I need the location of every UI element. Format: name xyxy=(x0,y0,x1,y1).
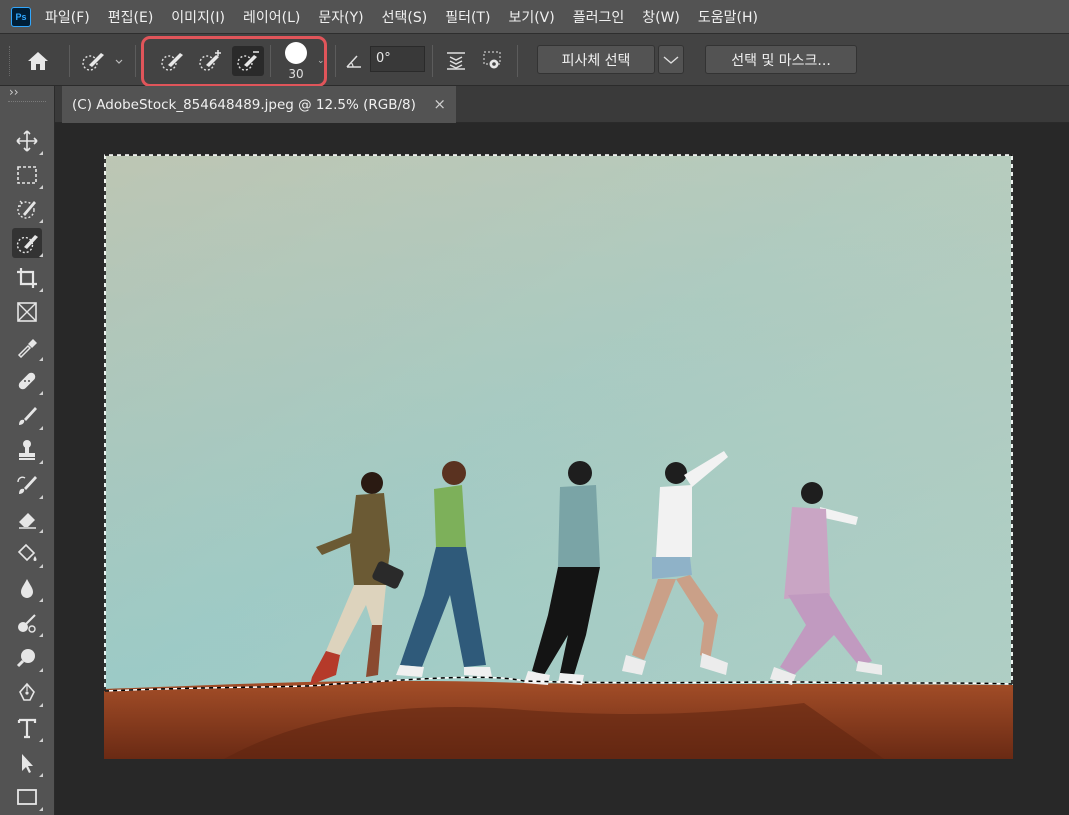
rectangle-tool-icon xyxy=(17,789,37,805)
select-and-mask-button[interactable]: 선택 및 마스크... xyxy=(705,45,857,74)
move-tool[interactable] xyxy=(12,126,43,156)
menu-plugins[interactable]: 플러그인 xyxy=(573,7,625,27)
brush-tip-icon xyxy=(285,42,307,64)
path-selection-tool[interactable] xyxy=(12,748,43,778)
crop-tool[interactable] xyxy=(12,263,43,293)
path-selection-tool-icon xyxy=(22,754,33,773)
marquee-tool[interactable] xyxy=(12,160,43,190)
blur-tool[interactable] xyxy=(12,573,43,603)
spot-healing-tool[interactable] xyxy=(12,366,43,396)
photo-artwork xyxy=(104,155,1013,759)
object-selection-tool[interactable] xyxy=(12,194,43,224)
angle-icon xyxy=(346,55,361,68)
photoshop-logo: Ps xyxy=(11,6,31,27)
eyedropper-tool-icon xyxy=(17,339,37,358)
eyedropper-tool[interactable] xyxy=(12,332,43,362)
auto-enhance-button[interactable] xyxy=(477,46,509,76)
menu-type[interactable]: 문자(Y) xyxy=(318,7,363,27)
brush-tool-icon xyxy=(19,407,37,425)
options-bar-grip[interactable] xyxy=(9,46,12,76)
menu-filter[interactable]: 필터(T) xyxy=(445,7,490,27)
brush-size-value: 30 xyxy=(288,67,304,81)
document-tab-bar: (C) AdobeStock_854648489.jpeg @ 12.5% (R… xyxy=(55,86,1069,123)
chevron-down-icon xyxy=(663,55,679,64)
new-selection-button[interactable] xyxy=(156,46,188,76)
sample-all-layers-button[interactable] xyxy=(440,46,472,76)
frame-tool[interactable] xyxy=(12,297,42,327)
menu-window[interactable]: 창(W) xyxy=(642,7,680,27)
brush-tool[interactable] xyxy=(12,401,43,431)
pen-tool[interactable] xyxy=(12,678,43,708)
select-subject-button[interactable]: 피사체 선택 xyxy=(537,45,655,74)
clone-stamp-tool-icon xyxy=(19,440,35,460)
brush-size-picker[interactable]: 30 xyxy=(280,41,314,81)
subtract-from-selection-button[interactable] xyxy=(232,46,264,76)
zoom-tool-icon xyxy=(16,649,35,668)
rectangle-tool[interactable] xyxy=(12,782,43,812)
menu-view[interactable]: 보기(V) xyxy=(508,7,554,27)
object-selection-tool-icon xyxy=(17,200,36,219)
document-tab-title: (C) AdobeStock_854648489.jpeg @ 12.5% (R… xyxy=(72,96,416,113)
close-tab-icon[interactable]: × xyxy=(433,95,446,113)
move-tool-icon xyxy=(16,130,38,152)
frame-tool-icon xyxy=(17,302,37,322)
type-tool[interactable] xyxy=(12,713,43,743)
history-brush-tool[interactable] xyxy=(12,470,43,500)
menu-bar: Ps 파일(F) 편집(E) 이미지(I) 레이어(L) 문자(Y) 선택(S)… xyxy=(0,0,1069,33)
home-icon xyxy=(28,52,48,70)
crop-tool-icon xyxy=(17,268,37,288)
menu-file[interactable]: 파일(F) xyxy=(45,7,90,27)
quick-selection-tool-icon xyxy=(16,235,38,254)
menu-edit[interactable]: 편집(E) xyxy=(108,7,154,27)
add-selection-brush-icon xyxy=(199,50,221,71)
home-button[interactable] xyxy=(22,46,54,76)
panel-collapse-icon[interactable]: ›› xyxy=(9,85,19,99)
options-bar: 30 ⌄ 0° 피사체 선택 선택 및 마스크... xyxy=(0,33,1069,86)
enhance-gear-icon xyxy=(483,51,501,69)
paint-bucket-tool-icon xyxy=(17,543,37,562)
eraser-tool[interactable] xyxy=(12,504,43,534)
spot-healing-tool-icon xyxy=(18,372,36,390)
quick-selection-icon xyxy=(82,53,123,71)
menu-help[interactable]: 도움말(H) xyxy=(698,7,758,27)
dodge-tool-icon xyxy=(18,614,36,633)
marquee-tool-icon xyxy=(17,166,37,184)
history-brush-tool-icon xyxy=(17,476,37,494)
menu-image[interactable]: 이미지(I) xyxy=(171,7,225,27)
brush-dropdown-icon[interactable]: ⌄ xyxy=(317,56,325,66)
new-selection-brush-icon xyxy=(161,53,183,71)
document-tab[interactable]: (C) AdobeStock_854648489.jpeg @ 12.5% (R… xyxy=(62,86,456,123)
paint-bucket-tool[interactable] xyxy=(12,539,43,569)
blur-tool-icon xyxy=(21,579,33,598)
type-tool-icon xyxy=(17,718,37,739)
eraser-tool-icon xyxy=(19,513,36,529)
quick-selection-tool[interactable] xyxy=(12,228,43,258)
add-to-selection-button[interactable] xyxy=(194,46,226,76)
tool-preset-picker[interactable] xyxy=(76,46,126,76)
dodge-tool[interactable] xyxy=(12,608,43,638)
document-image[interactable] xyxy=(104,155,1013,759)
layers-icon xyxy=(447,52,465,70)
zoom-tool[interactable] xyxy=(12,643,43,673)
subtract-selection-brush-icon xyxy=(237,51,259,71)
tools-panel: ›› xyxy=(0,85,55,815)
clone-stamp-tool[interactable] xyxy=(12,435,43,465)
select-subject-dropdown[interactable] xyxy=(658,45,684,74)
pen-tool-icon xyxy=(19,682,35,701)
menu-select[interactable]: 선택(S) xyxy=(382,7,428,27)
menu-layer[interactable]: 레이어(L) xyxy=(243,7,300,27)
angle-input[interactable]: 0° xyxy=(370,46,425,72)
